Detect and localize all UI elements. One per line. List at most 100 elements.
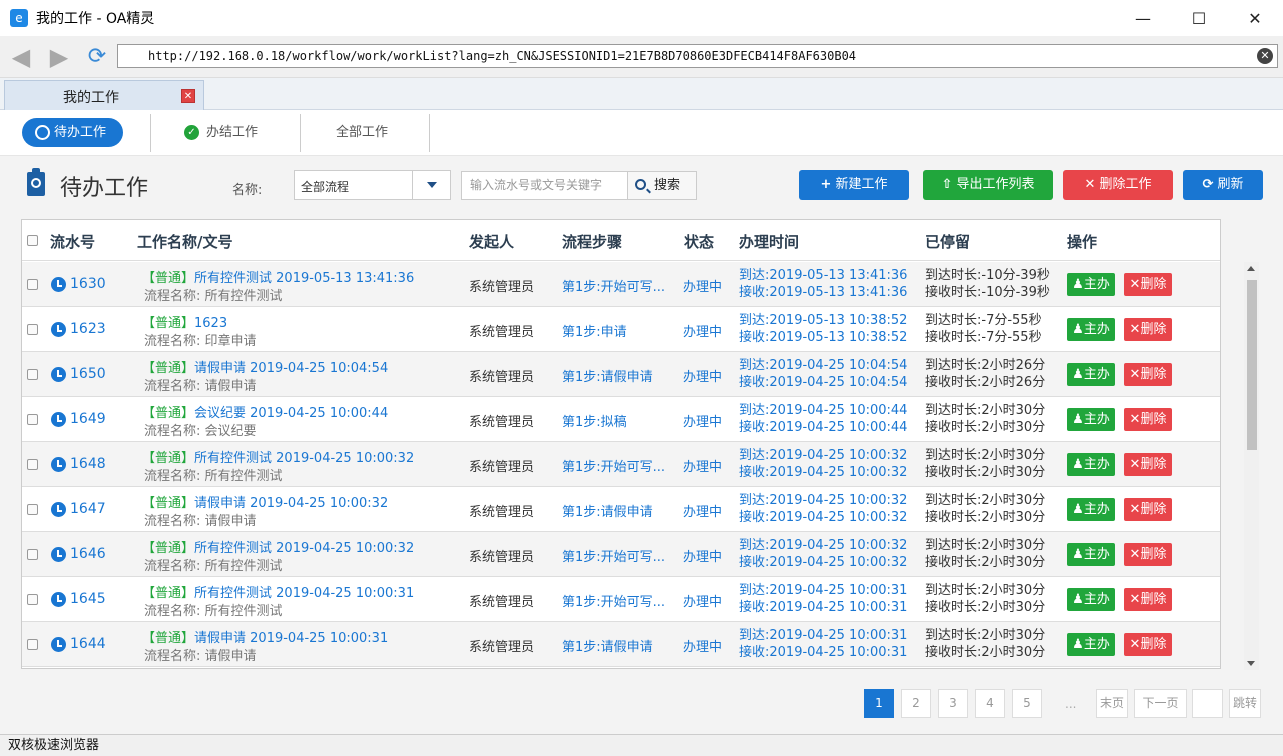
work-title-link[interactable]: 【普通】所有控件测试 2019-04-25 10:00:32 [142, 447, 414, 466]
table-row[interactable]: 1630 【普通】所有控件测试 2019-05-13 13:41:36 流程名称: … [22, 262, 1220, 307]
row-checkbox[interactable] [27, 594, 38, 605]
arrive-duration: 到达时长:-7分-55秒 [925, 313, 1042, 328]
page-button-1[interactable]: 1 [864, 689, 894, 718]
row-delete-button[interactable]: ✕删除 [1124, 318, 1172, 341]
scroll-up-icon[interactable] [1247, 266, 1255, 271]
handle-button[interactable]: ♟主办 [1067, 543, 1115, 566]
row-checkbox[interactable] [27, 324, 38, 335]
flow-step-link[interactable]: 第1步:拟稿 [562, 411, 627, 430]
flow-step-link[interactable]: 第1步:开始可写... [562, 591, 665, 610]
table-row[interactable]: 1646 【普通】所有控件测试 2019-04-25 10:00:32 流程名称: … [22, 532, 1220, 577]
scroll-down-icon[interactable] [1247, 661, 1255, 666]
work-title-link[interactable]: 【普通】请假申请 2019-04-25 10:00:31 [142, 627, 388, 646]
last-page-button[interactable]: 末页 [1096, 689, 1128, 718]
back-arrow-icon[interactable]: ◀ [8, 44, 34, 70]
table-row[interactable]: 1650 【普通】请假申请 2019-04-25 10:04:54 流程名称: 请假… [22, 352, 1220, 397]
chevron-down-icon[interactable] [412, 171, 450, 199]
flow-step-link[interactable]: 第1步:请假申请 [562, 636, 653, 655]
row-checkbox[interactable] [27, 279, 38, 290]
close-icon[interactable]: ✕ [1227, 0, 1283, 36]
tab-close-icon[interactable]: ✕ [181, 89, 195, 103]
page-button-2[interactable]: 2 [901, 689, 931, 718]
row-delete-button[interactable]: ✕删除 [1124, 453, 1172, 476]
handle-button[interactable]: ♟主办 [1067, 588, 1115, 611]
work-title-link[interactable]: 【普通】请假申请 2019-04-25 10:04:54 [142, 357, 388, 376]
page-jump-input[interactable] [1192, 689, 1223, 718]
url-field[interactable]: http://192.168.0.18/workflow/work/workLi… [117, 44, 1278, 68]
serial-number[interactable]: 1644 [70, 636, 106, 652]
work-title-link[interactable]: 【普通】会议纪要 2019-04-25 10:00:44 [142, 402, 388, 421]
export-list-button[interactable]: ⇧ 导出工作列表 [923, 170, 1053, 200]
work-title-link[interactable]: 【普通】所有控件测试 2019-04-25 10:00:31 [142, 582, 414, 601]
page-button-5[interactable]: 5 [1012, 689, 1042, 718]
serial-number[interactable]: 1646 [70, 546, 106, 562]
delete-work-button[interactable]: ✕ 删除工作 [1063, 170, 1173, 200]
search-button[interactable]: 搜索 [627, 171, 697, 200]
row-checkbox[interactable] [27, 414, 38, 425]
table-row[interactable]: 1645 【普通】所有控件测试 2019-04-25 10:00:31 流程名称: … [22, 577, 1220, 622]
row-delete-button[interactable]: ✕删除 [1124, 633, 1172, 656]
work-title-link[interactable]: 【普通】所有控件测试 2019-05-13 13:41:36 [142, 267, 414, 286]
tab-done-work[interactable]: ✓ 办结工作 [184, 118, 258, 147]
serial-number[interactable]: 1630 [70, 276, 106, 292]
row-checkbox[interactable] [27, 369, 38, 380]
row-delete-button[interactable]: ✕删除 [1124, 498, 1172, 521]
handle-button[interactable]: ♟主办 [1067, 363, 1115, 386]
flow-step-link[interactable]: 第1步:开始可写... [562, 546, 665, 565]
work-title-link[interactable]: 【普通】1623 [142, 312, 227, 331]
handle-button[interactable]: ♟主办 [1067, 633, 1115, 656]
new-work-button[interactable]: + 新建工作 [799, 170, 909, 200]
work-title-link[interactable]: 【普通】所有控件测试 2019-04-25 10:00:32 [142, 537, 414, 556]
serial-number[interactable]: 1650 [70, 366, 106, 382]
flow-step-link[interactable]: 第1步:开始可写... [562, 456, 665, 475]
serial-number[interactable]: 1648 [70, 456, 106, 472]
flow-select[interactable]: 全部流程 [294, 170, 451, 200]
refresh-button[interactable]: ⟳ 刷新 [1183, 170, 1263, 200]
row-checkbox[interactable] [27, 549, 38, 560]
row-delete-button[interactable]: ✕删除 [1124, 363, 1172, 386]
jump-button[interactable]: 跳转 [1229, 689, 1261, 718]
flow-step-link[interactable]: 第1步:请假申请 [562, 366, 653, 385]
tab-pending-work[interactable]: 待办工作 [22, 118, 123, 147]
divider [300, 114, 301, 152]
table-row[interactable]: 1647 【普通】请假申请 2019-04-25 10:00:32 流程名称: 请假… [22, 487, 1220, 532]
maximize-icon[interactable]: ☐ [1171, 0, 1227, 36]
row-delete-button[interactable]: ✕删除 [1124, 408, 1172, 431]
serial-number[interactable]: 1645 [70, 591, 106, 607]
scroll-thumb[interactable] [1247, 280, 1257, 450]
serial-number[interactable]: 1647 [70, 501, 106, 517]
page-button-3[interactable]: 3 [938, 689, 968, 718]
flow-step-link[interactable]: 第1步:请假申请 [562, 501, 653, 520]
row-delete-button[interactable]: ✕删除 [1124, 588, 1172, 611]
handle-button[interactable]: ♟主办 [1067, 453, 1115, 476]
next-page-button[interactable]: 下一页 [1134, 689, 1187, 718]
refresh-icon[interactable]: ⟳ [84, 44, 110, 70]
select-all-checkbox[interactable] [27, 235, 38, 246]
clear-url-icon[interactable]: ✕ [1257, 48, 1273, 64]
row-checkbox[interactable] [27, 459, 38, 470]
handle-button[interactable]: ♟主办 [1067, 498, 1115, 521]
table-row[interactable]: 1623 【普通】1623 流程名称: 印章申请 系统管理员 第1步:申请 办理中 到达:2… [22, 307, 1220, 352]
serial-number[interactable]: 1649 [70, 411, 106, 427]
handle-button[interactable]: ♟主办 [1067, 273, 1115, 296]
tab-all-work[interactable]: 全部工作 [336, 118, 388, 147]
table-scrollbar[interactable] [1244, 262, 1259, 670]
tab-my-work[interactable]: 我的工作 ✕ [4, 80, 204, 110]
row-checkbox[interactable] [27, 504, 38, 515]
row-delete-button[interactable]: ✕删除 [1124, 543, 1172, 566]
search-input[interactable]: 输入流水号或文号关键字 [461, 171, 628, 200]
row-checkbox[interactable] [27, 639, 38, 650]
work-title-link[interactable]: 【普通】请假申请 2019-04-25 10:00:32 [142, 492, 388, 511]
table-row[interactable]: 1648 【普通】所有控件测试 2019-04-25 10:00:32 流程名称: … [22, 442, 1220, 487]
handle-button[interactable]: ♟主办 [1067, 408, 1115, 431]
flow-step-link[interactable]: 第1步:申请 [562, 321, 627, 340]
table-row[interactable]: 1644 【普通】请假申请 2019-04-25 10:00:31 流程名称: 请假… [22, 622, 1220, 667]
flow-step-link[interactable]: 第1步:开始可写... [562, 276, 665, 295]
row-delete-button[interactable]: ✕删除 [1124, 273, 1172, 296]
forward-arrow-icon[interactable]: ▶ [46, 44, 72, 70]
table-row[interactable]: 1649 【普通】会议纪要 2019-04-25 10:00:44 流程名称: 会议… [22, 397, 1220, 442]
minimize-icon[interactable]: — [1115, 0, 1171, 36]
serial-number[interactable]: 1623 [70, 321, 106, 337]
handle-button[interactable]: ♟主办 [1067, 318, 1115, 341]
page-button-4[interactable]: 4 [975, 689, 1005, 718]
